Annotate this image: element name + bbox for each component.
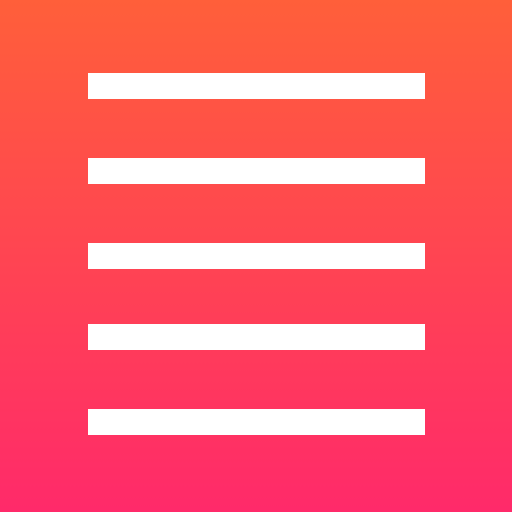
app-icon bbox=[0, 0, 512, 512]
menu-line-5 bbox=[88, 409, 425, 435]
menu-line-1 bbox=[88, 73, 425, 99]
menu-line-4 bbox=[88, 324, 425, 350]
menu-line-3 bbox=[88, 243, 425, 269]
menu-line-2 bbox=[88, 158, 425, 184]
